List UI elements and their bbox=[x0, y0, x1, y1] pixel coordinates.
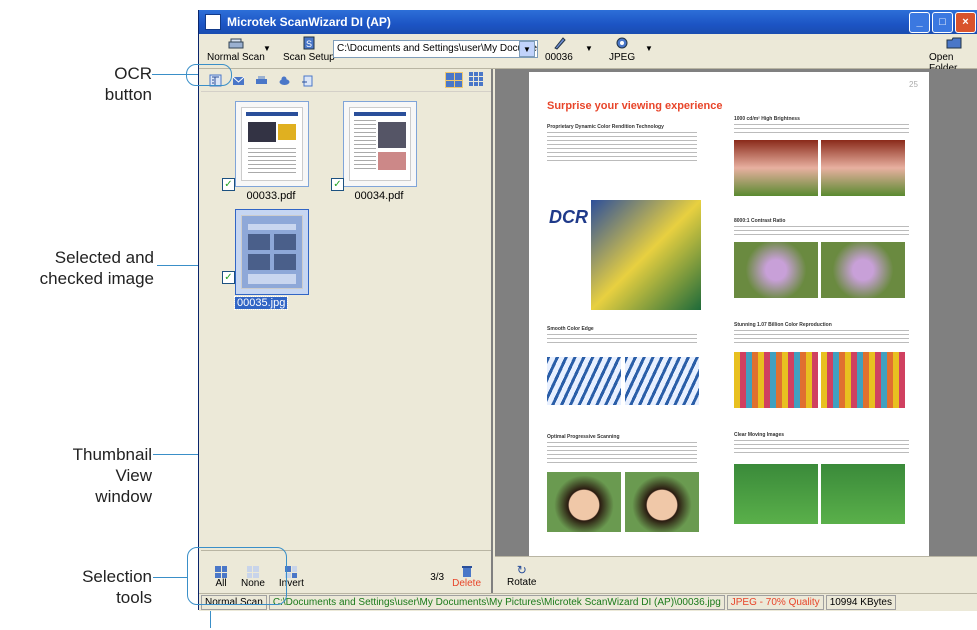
fabric-photo-1 bbox=[734, 352, 818, 408]
title-bar: Microtek ScanWizard DI (AP) _ □ × bbox=[199, 10, 977, 34]
large-thumbnail-view-icon[interactable] bbox=[445, 72, 463, 88]
pencil-icon bbox=[554, 37, 566, 50]
ocr-highlight-ring bbox=[186, 64, 232, 86]
thumbnail-checkbox[interactable]: ✓ bbox=[222, 271, 235, 284]
callout-selection-tools: Selection tools bbox=[82, 567, 152, 607]
toolbar: Normal Scan ▼ S Scan Setup C:\Documents … bbox=[199, 34, 977, 74]
preview-document: Surprise your viewing experience 25 Prop… bbox=[529, 72, 929, 557]
status-file-path: C:\Documents and Settings\user\My Docume… bbox=[268, 595, 725, 610]
callout-ocr-button: OCR button bbox=[104, 64, 152, 104]
delete-label: Delete bbox=[452, 578, 481, 589]
counter-button[interactable]: 00036 bbox=[545, 36, 573, 63]
normal-scan-dropdown-icon[interactable]: ▼ bbox=[263, 44, 271, 53]
setup-icon: S bbox=[303, 36, 315, 50]
preview-section-title: 8000:1 Contrast Ratio bbox=[734, 218, 786, 224]
pig-photo-1 bbox=[734, 140, 818, 196]
status-quality: JPEG - 70% Quality bbox=[726, 595, 824, 610]
app-icon bbox=[205, 14, 221, 30]
flower-photo-2 bbox=[821, 242, 905, 298]
thumbnail-00033[interactable] bbox=[235, 101, 309, 187]
preview-headline: Surprise your viewing experience bbox=[547, 100, 723, 112]
email-icon[interactable] bbox=[232, 74, 245, 87]
thumbnail-toolbar bbox=[201, 69, 491, 92]
preview-section-title: Optimal Progressive Scanning bbox=[547, 434, 620, 440]
selection-count: 3/3 bbox=[430, 572, 445, 583]
girl-photo-2 bbox=[625, 472, 699, 532]
callout-line-selection bbox=[153, 577, 188, 578]
pig-photo-2 bbox=[821, 140, 905, 196]
scan-setup-button[interactable]: S Scan Setup bbox=[283, 36, 335, 63]
trash-icon bbox=[461, 566, 472, 577]
print-icon[interactable] bbox=[255, 74, 268, 87]
path-field[interactable]: C:\Documents and Settings\user\My Docume… bbox=[333, 40, 538, 58]
preview-section-title: Clear Moving Images bbox=[734, 432, 785, 438]
football-photo-2 bbox=[821, 464, 905, 524]
preview-text-block bbox=[734, 226, 909, 236]
thumbnail-label: 00034.pdf bbox=[354, 190, 404, 202]
normal-scan-button[interactable]: Normal Scan bbox=[207, 36, 265, 63]
path-dropdown-icon[interactable]: ▼ bbox=[519, 41, 535, 57]
flower-photo-1 bbox=[734, 242, 818, 298]
preview-text-block bbox=[734, 124, 909, 134]
preview-text-block bbox=[547, 334, 697, 346]
rotate-icon: ↻ bbox=[516, 563, 527, 577]
normal-scan-label: Normal Scan bbox=[207, 52, 265, 63]
invert-icon bbox=[285, 566, 298, 578]
callout-thumbnail-view: Thumbnail View window bbox=[72, 445, 152, 506]
delete-button[interactable]: Delete bbox=[452, 565, 481, 589]
counter-dropdown-icon[interactable]: ▼ bbox=[585, 44, 593, 53]
preview-section-title: 1000 cd/m² High Brightness bbox=[734, 116, 800, 122]
preview-text-block bbox=[734, 440, 909, 456]
rotate-label: Rotate bbox=[507, 577, 537, 588]
status-bar: Normal Scan C:\Documents and Settings\us… bbox=[199, 593, 977, 611]
preview-section-title: Stunning 1.07 Billion Color Reproduction bbox=[734, 322, 832, 328]
rotate-button[interactable]: ↻ Rotate bbox=[507, 563, 536, 588]
preview-text-block bbox=[547, 132, 697, 162]
preview-text-block bbox=[734, 330, 909, 346]
fence-photo-2 bbox=[625, 357, 699, 405]
preview-text-block bbox=[547, 442, 697, 464]
callout-selected-image: Selected and checked image bbox=[39, 248, 154, 288]
thumbnail-image bbox=[242, 108, 302, 180]
minimize-button[interactable]: _ bbox=[909, 11, 930, 33]
scan-setup-label: Scan Setup bbox=[283, 52, 335, 63]
maximize-button[interactable]: □ bbox=[932, 11, 953, 33]
cloud-icon[interactable] bbox=[278, 74, 291, 87]
preview-page-number: 25 bbox=[909, 80, 918, 89]
counter-label: 00036 bbox=[545, 52, 573, 63]
fabric-photo-2 bbox=[821, 352, 905, 408]
selection-highlight-ring bbox=[187, 547, 287, 605]
format-label: JPEG bbox=[609, 52, 636, 63]
format-button[interactable]: JPEG bbox=[609, 36, 635, 63]
close-button[interactable]: × bbox=[955, 11, 976, 33]
svg-text:S: S bbox=[306, 39, 312, 49]
preview-pane: Surprise your viewing experience 25 Prop… bbox=[495, 69, 977, 593]
girl-photo-1 bbox=[547, 472, 621, 532]
app-window: Microtek ScanWizard DI (AP) _ □ × Normal… bbox=[198, 10, 977, 611]
thumbnail-image bbox=[242, 216, 302, 288]
gear-icon bbox=[616, 37, 628, 49]
thumbnail-00034[interactable] bbox=[343, 101, 417, 187]
window-title: Microtek ScanWizard DI (AP) bbox=[227, 15, 391, 29]
football-photo-1 bbox=[734, 464, 818, 524]
thumbnail-label-selected: 00035.jpg bbox=[233, 296, 289, 310]
export-icon[interactable] bbox=[301, 74, 314, 87]
callout-line-thumbview bbox=[153, 454, 199, 455]
dcr-logo: DCR bbox=[549, 207, 588, 227]
thumbnail-label: 00033.pdf bbox=[246, 190, 296, 202]
preview-section-title: Smooth Color Edge bbox=[547, 326, 594, 332]
small-thumbnail-view-icon[interactable] bbox=[469, 72, 483, 86]
thumbnail-view-window: ✓ 00033.pdf ✓ 00034.pdf ✓ 00035.jpg All … bbox=[201, 69, 493, 593]
scanner-icon bbox=[228, 38, 244, 49]
preview-section-title: Proprietary Dynamic Color Rendition Tech… bbox=[547, 124, 664, 130]
thumbnail-image bbox=[350, 108, 410, 180]
preview-toolbar: ↻ Rotate bbox=[495, 556, 977, 593]
folder-icon bbox=[946, 37, 961, 49]
format-dropdown-icon[interactable]: ▼ bbox=[645, 44, 653, 53]
thumbnail-00035[interactable] bbox=[235, 209, 309, 295]
status-size: 10994 KBytes bbox=[825, 595, 896, 610]
fence-photo-1 bbox=[547, 357, 621, 405]
soccer-photo bbox=[591, 200, 701, 310]
